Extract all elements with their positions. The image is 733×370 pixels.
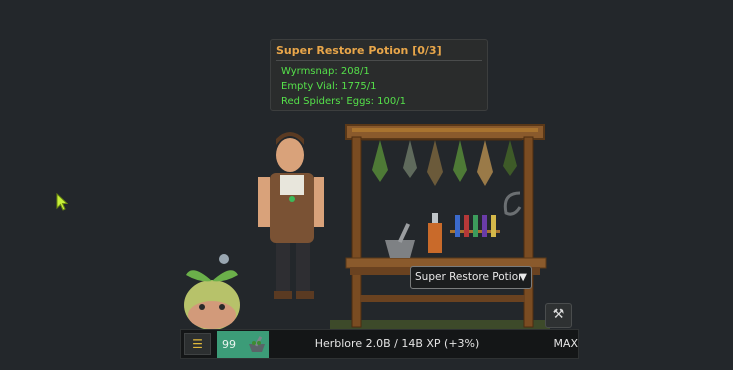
herb-stall bbox=[345, 124, 547, 328]
chevron-down-icon: ▼ bbox=[519, 272, 527, 283]
tooltip-title: Super Restore Potion [0/3] bbox=[276, 44, 442, 57]
skill-level: 99 bbox=[222, 338, 236, 351]
recipe-select[interactable]: Super Restore Potion ▼ bbox=[410, 266, 532, 289]
menu-button[interactable]: ☰ bbox=[184, 333, 211, 355]
tooltip-divider bbox=[276, 60, 482, 61]
sprout-pet bbox=[184, 254, 240, 330]
herbalist-character bbox=[258, 132, 324, 299]
menu-icon: ☰ bbox=[192, 337, 203, 351]
requirement-spider-eggs: Red Spiders' Eggs: 100/1 bbox=[281, 96, 406, 107]
hammer-pick-icon: ⚒ bbox=[552, 307, 565, 322]
recipe-select-value: Super Restore Potion bbox=[415, 271, 525, 283]
mouse-cursor-icon bbox=[56, 193, 68, 211]
skill-xp-text: Herblore 2.0B / 14B XP (+3%) bbox=[314, 337, 480, 350]
recipe-tooltip: Super Restore Potion [0/3] Wyrmsnap: 208… bbox=[270, 39, 488, 111]
skill-bar: ☰ 99 Herblore 2.0B / 14B XP (+3%) MAX bbox=[180, 329, 579, 359]
max-label: MAX bbox=[553, 337, 578, 350]
herblore-scene bbox=[184, 124, 550, 330]
requirement-empty-vial: Empty Vial: 1775/1 bbox=[281, 81, 377, 92]
tools-button[interactable]: ⚒ bbox=[545, 303, 572, 328]
skill-level-box: 99 bbox=[217, 331, 269, 358]
requirement-wyrmsnap: Wyrmsnap: 208/1 bbox=[281, 66, 370, 77]
mortar-pestle-icon bbox=[249, 336, 265, 352]
